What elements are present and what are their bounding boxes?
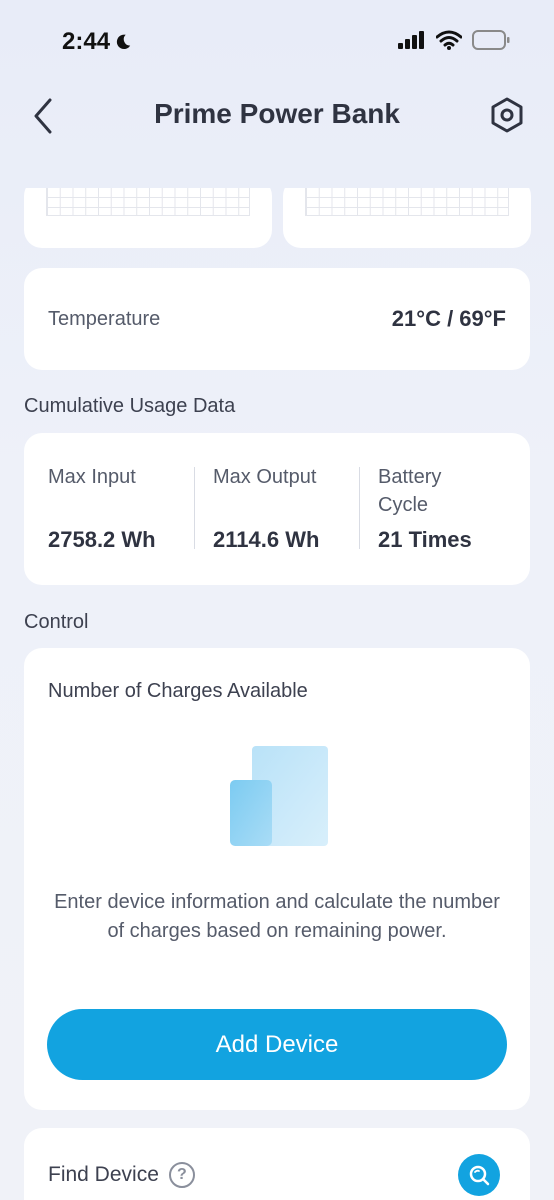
control-card: Number of Charges Available Enter device…: [24, 648, 530, 1110]
nav-bar: Prime Power Bank: [0, 84, 554, 148]
page-title: Prime Power Bank: [154, 98, 400, 129]
settings-button[interactable]: [488, 96, 526, 134]
chart-card-left: [24, 188, 272, 248]
status-icons: [398, 30, 510, 50]
status-time: 2:44: [62, 28, 132, 56]
find-device-row: Find Device ?: [48, 1162, 195, 1188]
usage-item-value: 2114.6 Wh: [213, 527, 320, 552]
usage-card: Max Input 2758.2 Wh Max Output 2114.6 Wh…: [24, 433, 530, 585]
usage-item-label: Max Input: [48, 466, 136, 488]
usage-item-label: Max Output: [213, 466, 317, 488]
wifi-icon: [436, 30, 462, 50]
usage-section-title: Cumulative Usage Data: [24, 395, 236, 417]
usage-item-value: 2758.2 Wh: [48, 527, 156, 552]
find-device-label: Find Device: [48, 1163, 159, 1186]
chart-card-right: [283, 188, 531, 248]
usage-item-battery-cycle: Battery Cycle 21 Times: [354, 433, 522, 585]
usage-item-max-input: Max Input 2758.2 Wh: [24, 433, 192, 585]
charges-title: Number of Charges Available: [48, 680, 308, 702]
temperature-label: Temperature: [48, 308, 161, 330]
content-scroll[interactable]: Temperature 21°C / 69°F Cumulative Usage…: [0, 188, 554, 1200]
settings-icon: [491, 97, 523, 133]
battery-icon: [472, 30, 510, 50]
moon-icon: [116, 34, 131, 50]
chart-grid: [305, 188, 509, 216]
usage-item-label: Battery Cycle: [378, 466, 442, 516]
status-bar: 2:44: [0, 0, 554, 84]
search-icon: [469, 1165, 490, 1186]
signal-icon: [398, 31, 424, 49]
find-device-button[interactable]: [458, 1154, 500, 1196]
usage-item-max-output: Max Output 2114.6 Wh: [189, 433, 357, 585]
add-device-button[interactable]: Add Device: [47, 1009, 507, 1080]
control-section-title: Control: [24, 611, 89, 633]
find-device-card[interactable]: Find Device ?: [24, 1128, 530, 1200]
temperature-value: 21°C / 69°F: [391, 306, 506, 331]
chart-grid: [46, 188, 250, 216]
status-time-text: 2:44: [62, 28, 111, 55]
charges-description: Enter device information and calculate t…: [54, 891, 500, 942]
usage-item-value: 21 Times: [378, 527, 472, 552]
devices-illustration-icon: [230, 746, 328, 846]
temperature-card: Temperature 21°C / 69°F: [24, 268, 530, 370]
help-icon[interactable]: ?: [168, 1162, 195, 1188]
